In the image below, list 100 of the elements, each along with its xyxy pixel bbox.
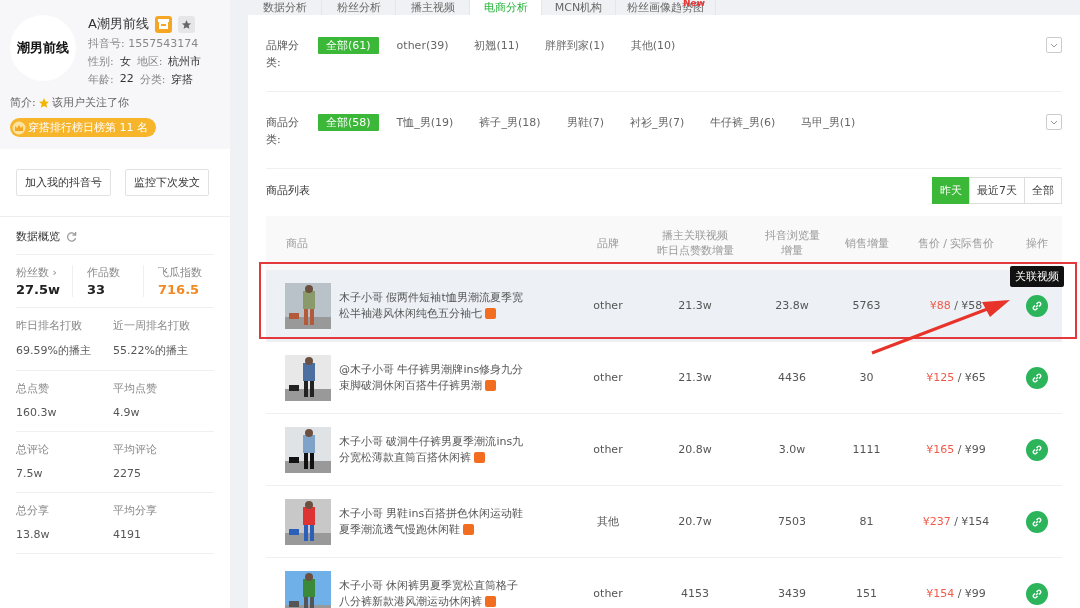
period-tab[interactable]: 全部 bbox=[1024, 177, 1062, 204]
table-cell: 其他 bbox=[597, 515, 619, 528]
region-label: 地区: bbox=[136, 54, 163, 69]
table-cell: other bbox=[593, 299, 623, 312]
filter-option[interactable]: 男鞋(7) bbox=[558, 114, 613, 131]
avatar-logo: 潮男前线 bbox=[10, 15, 76, 81]
table-cell: 4436 bbox=[778, 371, 806, 384]
table-cell: 3439 bbox=[778, 587, 806, 600]
table-cell: 7503 bbox=[778, 515, 806, 528]
product-title[interactable]: 木子小哥 破洞牛仔裤男夏季潮流ins九分宽松薄款直筒百搭休闲裤 bbox=[339, 433, 524, 466]
filter-option[interactable]: 裤子_男(18) bbox=[471, 114, 549, 131]
section-title: 数据概览 bbox=[16, 229, 60, 244]
filter-option[interactable]: 其他(10) bbox=[622, 37, 684, 54]
expand-icon[interactable] bbox=[1046, 37, 1062, 53]
filter-label: 商品分类: bbox=[266, 115, 300, 148]
table-cell: 4153 bbox=[681, 587, 709, 600]
table-cell: 20.8w bbox=[678, 443, 712, 456]
link-button[interactable] bbox=[1026, 510, 1048, 533]
column-header: 抖音浏览量 增量 bbox=[751, 216, 833, 270]
column-header: 品牌 bbox=[577, 216, 639, 270]
stat-value: 2275 bbox=[113, 467, 142, 480]
link-button[interactable] bbox=[1026, 582, 1048, 605]
stat-value: 716.5 bbox=[158, 282, 201, 297]
product-title[interactable]: 木子小哥 休闲裤男夏季宽松直筒格子八分裤新款港风潮运动休闲裤 bbox=[339, 577, 524, 608]
column-header: 播主关联视频 昨日点赞数增量 bbox=[639, 216, 751, 270]
age-value: 22 bbox=[119, 72, 134, 87]
list-title: 商品列表 bbox=[266, 183, 310, 198]
action-button[interactable]: 加入我的抖音号 bbox=[16, 169, 111, 196]
action-button[interactable]: 监控下次发文 bbox=[125, 169, 209, 196]
intro-label: 简介: bbox=[10, 95, 36, 110]
price-text: ¥154 / ¥99 bbox=[926, 587, 986, 600]
stat-value: 4.9w bbox=[113, 406, 141, 419]
category-label: 分类: bbox=[139, 72, 166, 87]
table-cell: other bbox=[593, 443, 623, 456]
stat-label: 近一周排名打败 bbox=[113, 318, 191, 333]
filter-option[interactable]: 初翘(11) bbox=[466, 37, 528, 54]
gender-value: 女 bbox=[119, 54, 131, 69]
table-cell: other bbox=[593, 371, 623, 384]
star-icon bbox=[37, 96, 50, 109]
stat-label: 平均点赞 bbox=[113, 381, 158, 396]
link-button[interactable] bbox=[1026, 366, 1048, 389]
filter-option[interactable]: 马甲_男(1) bbox=[793, 114, 864, 131]
link-icon bbox=[1031, 371, 1043, 384]
table-cell: 81 bbox=[859, 515, 874, 528]
region-value: 杭州市 bbox=[168, 54, 202, 69]
stat-value: 55.22%的播主 bbox=[113, 343, 189, 358]
table-cell: 5763 bbox=[852, 299, 881, 312]
stat-label: 粉丝数 › bbox=[16, 265, 58, 280]
age-label: 年龄: bbox=[88, 72, 114, 87]
price-text: ¥88 / ¥58 bbox=[929, 299, 983, 312]
table-cell: 151 bbox=[856, 587, 877, 600]
table-cell: 21.3w bbox=[678, 299, 712, 312]
table-cell: 20.7w bbox=[678, 515, 712, 528]
table-cell: 30 bbox=[859, 371, 874, 384]
price-text: ¥125 / ¥65 bbox=[926, 371, 986, 384]
product-title[interactable]: 木子小哥 男鞋ins百搭拼色休闲运动鞋夏季潮流透气慢跑休闲鞋 bbox=[339, 505, 524, 538]
gender-label: 性别: bbox=[88, 54, 114, 69]
filter-option[interactable]: 胖胖到家(1) bbox=[537, 37, 613, 54]
link-icon bbox=[1031, 299, 1043, 312]
table-cell: 21.3w bbox=[678, 371, 712, 384]
link-button[interactable] bbox=[1026, 294, 1048, 317]
column-header: 商品 bbox=[266, 216, 577, 270]
link-button[interactable] bbox=[1026, 438, 1048, 461]
intro-text: 该用户关注了你 bbox=[51, 95, 129, 110]
stat-label: 总分享 bbox=[16, 503, 50, 518]
douyin-id: 抖音号: 1557543174 bbox=[88, 36, 200, 51]
link-icon bbox=[1031, 515, 1043, 528]
stat-value: 27.5w bbox=[16, 282, 62, 297]
filter-option[interactable]: T恤_男(19) bbox=[388, 114, 462, 131]
filter-option[interactable]: other(39) bbox=[388, 37, 457, 54]
account-name: A潮男前线 bbox=[88, 15, 149, 33]
stat-label: 作品数 bbox=[87, 265, 121, 280]
stat-value: 33 bbox=[87, 282, 107, 297]
tooltip: 关联视频 bbox=[1010, 266, 1064, 287]
price-text: ¥237 / ¥154 bbox=[922, 515, 990, 528]
column-header: 售价 / 实际售价 bbox=[900, 216, 1012, 270]
period-tab[interactable]: 最近7天 bbox=[969, 177, 1025, 204]
filter-option[interactable]: 牛仔裤_男(6) bbox=[702, 114, 784, 131]
stat-label: 平均分享 bbox=[113, 503, 158, 518]
expand-icon[interactable] bbox=[1046, 114, 1062, 130]
table-cell: 23.8w bbox=[775, 299, 809, 312]
column-header: 销售增量 bbox=[833, 216, 900, 270]
link-icon bbox=[1031, 443, 1043, 456]
product-title[interactable]: @木子小哥 牛仔裤男潮牌ins修身九分束脚破洞休闲百搭牛仔裤男潮 bbox=[339, 361, 524, 394]
table-cell: 1111 bbox=[852, 443, 881, 456]
stat-label: 昨日排名打败 bbox=[16, 318, 83, 333]
stat-label: 平均评论 bbox=[113, 442, 158, 457]
stat-value: 4191 bbox=[113, 528, 142, 541]
stat-label: 总评论 bbox=[16, 442, 50, 457]
table-cell: other bbox=[593, 587, 623, 600]
stat-label: 飞瓜指数 bbox=[158, 265, 203, 280]
stat-value: 160.3w bbox=[16, 406, 58, 419]
stat-label: 总点赞 bbox=[16, 381, 50, 396]
stat-value: 13.8w bbox=[16, 528, 51, 541]
table-cell: 3.0w bbox=[778, 443, 806, 456]
price-text: ¥165 / ¥99 bbox=[926, 443, 986, 456]
filter-label: 品牌分类: bbox=[266, 38, 300, 71]
filter-option[interactable]: 衬衫_男(7) bbox=[622, 114, 693, 131]
link-icon bbox=[1031, 587, 1043, 600]
refresh-icon[interactable] bbox=[66, 231, 77, 242]
